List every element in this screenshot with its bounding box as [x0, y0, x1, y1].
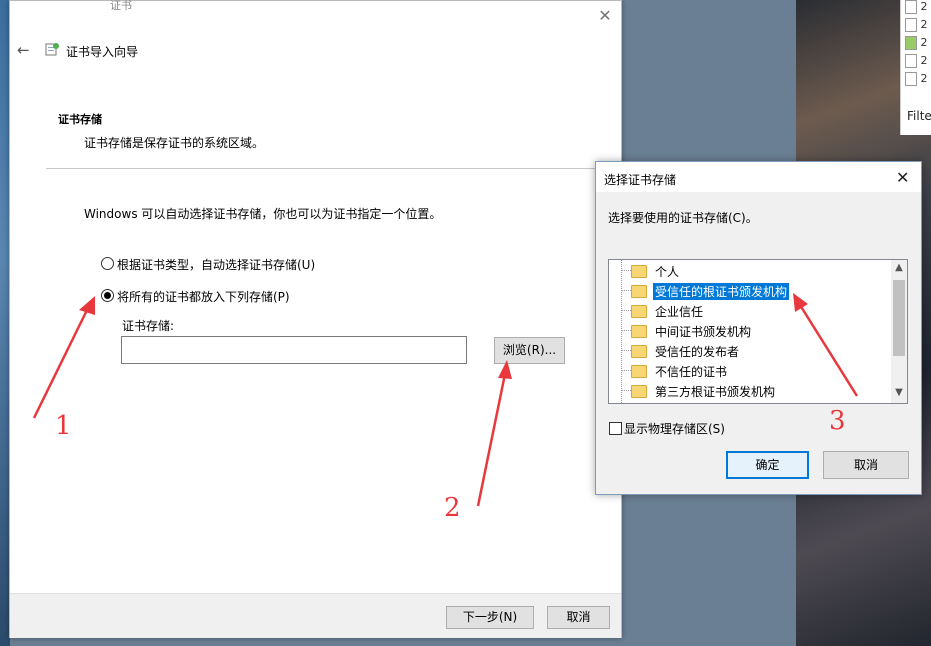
- annotation-arrowhead-3: [793, 293, 808, 312]
- annotation-arrow-3: [798, 304, 859, 397]
- annotation-step-3: 3: [829, 406, 846, 436]
- annotation-step-2: 2: [444, 493, 461, 523]
- annotation-arrow-1: [32, 307, 90, 419]
- annotation-arrow-2: [476, 373, 507, 507]
- annotation-arrows: [32, 293, 859, 507]
- annotation-step-1: 1: [55, 411, 72, 441]
- annotation-arrowhead-2: [498, 360, 512, 379]
- annotation-arrowhead-1: [79, 296, 95, 315]
